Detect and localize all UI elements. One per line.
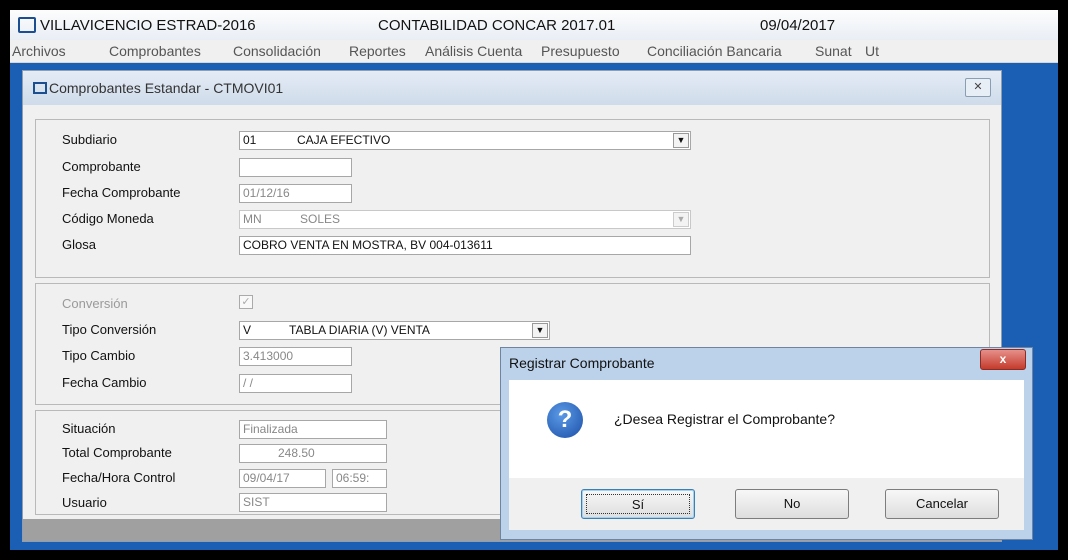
- comprobante-input[interactable]: [239, 158, 352, 177]
- subdiario-select[interactable]: 01 CAJA EFECTIVO ▼: [239, 131, 691, 150]
- moneda-code: MN: [243, 212, 262, 226]
- session-date: 09/04/2017: [760, 17, 836, 34]
- situacion-label: Situación: [62, 421, 116, 436]
- comprobante-group: Subdiario 01 CAJA EFECTIVO ▼ Comprobante…: [35, 119, 990, 278]
- tipo-conversion-code: V: [243, 323, 252, 337]
- tipo-cambio-label: Tipo Cambio: [62, 348, 136, 363]
- hora-control-input: 06:59:: [332, 469, 387, 488]
- fecha-hora-control-label: Fecha/Hora Control: [62, 470, 176, 485]
- fecha-comprobante-input[interactable]: 01/12/16: [239, 184, 352, 203]
- menu-archivos[interactable]: Archivos: [12, 43, 66, 59]
- fecha-cambio-input[interactable]: / /: [239, 374, 352, 393]
- fecha-control-input: 09/04/17: [239, 469, 326, 488]
- moneda-name: SOLES: [300, 212, 341, 226]
- dialog-button-bar: Sí No Cancelar: [509, 478, 1024, 530]
- codigo-moneda-label: Código Moneda: [62, 211, 154, 226]
- chevron-down-icon: ▼: [673, 212, 689, 227]
- menu-conciliacion-bancaria[interactable]: Conciliación Bancaria: [647, 43, 782, 59]
- chevron-down-icon[interactable]: ▼: [673, 133, 689, 148]
- menu-sunat[interactable]: Sunat: [815, 43, 852, 59]
- menu-bar: Archivos Comprobantes Consolidación Repo…: [10, 40, 1058, 63]
- dialog-message: ¿Desea Registrar el Comprobante?: [614, 411, 835, 427]
- fecha-cambio-label: Fecha Cambio: [62, 375, 147, 390]
- tipo-conversion-name: TABLA DIARIA (V) VENTA: [289, 323, 430, 337]
- window-icon: [33, 82, 47, 94]
- fecha-comprobante-label: Fecha Comprobante: [62, 185, 181, 200]
- subdiario-name: CAJA EFECTIVO: [297, 133, 391, 147]
- window-title-bar: Comprobantes Estandar - CTMOVI01 ✕: [23, 71, 1001, 105]
- company-name: VILLAVICENCIO ESTRAD-2016: [40, 17, 256, 34]
- menu-presupuesto[interactable]: Presupuesto: [541, 43, 620, 59]
- registrar-comprobante-dialog: Registrar Comprobante x ? ¿Desea Registr…: [500, 347, 1033, 540]
- tipo-conversion-label: Tipo Conversión: [62, 322, 157, 337]
- dialog-body: ? ¿Desea Registrar el Comprobante?: [509, 380, 1024, 478]
- total-comprobante-label: Total Comprobante: [62, 445, 172, 460]
- conversion-label: Conversión: [62, 296, 128, 311]
- situacion-input: Finalizada: [239, 420, 387, 439]
- glosa-input[interactable]: COBRO VENTA EN MOSTRA, BV 004-013611: [239, 236, 691, 255]
- question-icon: ?: [547, 402, 583, 438]
- glosa-label: Glosa: [62, 237, 96, 252]
- total-comprobante-input: 248.50: [239, 444, 387, 463]
- window-title: Comprobantes Estandar - CTMOVI01: [49, 80, 284, 96]
- usuario-input: SIST: [239, 493, 387, 512]
- app-title-bar: VILLAVICENCIO ESTRAD-2016 CONTABILIDAD C…: [10, 10, 1058, 40]
- no-button[interactable]: No: [735, 489, 849, 519]
- yes-button[interactable]: Sí: [581, 489, 695, 519]
- menu-comprobantes[interactable]: Comprobantes: [109, 43, 201, 59]
- comprobante-label: Comprobante: [62, 159, 141, 174]
- cancel-button[interactable]: Cancelar: [885, 489, 999, 519]
- tipo-cambio-input[interactable]: 3.413000: [239, 347, 352, 366]
- codigo-moneda-select: MN SOLES ▼: [239, 210, 691, 229]
- menu-analisis-cuenta[interactable]: Análisis Cuenta: [425, 43, 522, 59]
- menu-utilitarios[interactable]: Ut: [865, 43, 879, 59]
- app-icon: [18, 17, 36, 33]
- menu-consolidacion[interactable]: Consolidación: [233, 43, 321, 59]
- application-window: VILLAVICENCIO ESTRAD-2016 CONTABILIDAD C…: [10, 10, 1058, 550]
- menu-reportes[interactable]: Reportes: [349, 43, 406, 59]
- dialog-title: Registrar Comprobante: [509, 355, 655, 371]
- conversion-checkbox: ✓: [239, 295, 253, 309]
- subdiario-code: 01: [243, 133, 257, 147]
- usuario-label: Usuario: [62, 495, 107, 510]
- tipo-conversion-select[interactable]: V TABLA DIARIA (V) VENTA ▼: [239, 321, 550, 340]
- app-name: CONTABILIDAD CONCAR 2017.01: [378, 17, 616, 34]
- close-icon[interactable]: x: [980, 349, 1026, 370]
- subdiario-label: Subdiario: [62, 132, 117, 147]
- yes-button-label: Sí: [586, 494, 690, 514]
- close-window-button[interactable]: ✕: [965, 78, 991, 97]
- chevron-down-icon[interactable]: ▼: [532, 323, 548, 338]
